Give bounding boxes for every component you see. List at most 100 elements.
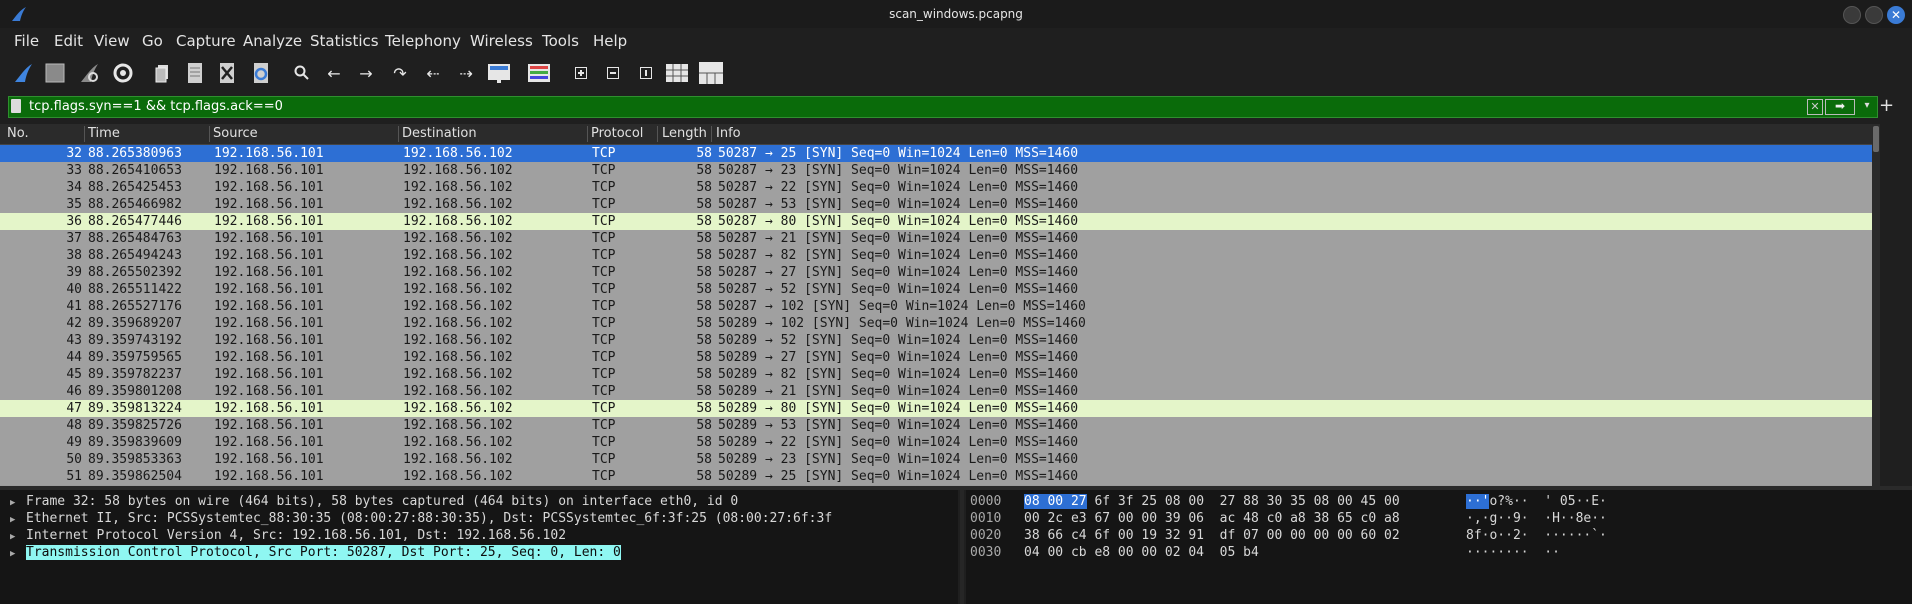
packet-dst-cell: 192.168.56.102	[403, 316, 513, 331]
menu-statistics[interactable]: Statistics	[310, 32, 379, 50]
detail-tree-item[interactable]: ▶ Ethernet II, Src: PCSSystemtec_88:30:35…	[10, 511, 956, 528]
add-filter-button-icon[interactable]: +	[1879, 95, 1894, 116]
packet-list-scrollbar[interactable]	[1872, 124, 1880, 486]
restart-capture-icon[interactable]	[76, 60, 102, 86]
hex-bytes[interactable]: 38 66 c4 6f 00 19 32 91 df 07 00 00 00 0…	[1024, 528, 1400, 545]
close-button[interactable]: ✕	[1887, 6, 1905, 24]
column-preferences-icon[interactable]	[698, 60, 724, 86]
column-header-destination[interactable]: Destination	[402, 126, 477, 141]
bookmark-icon[interactable]	[11, 99, 21, 113]
packet-row[interactable]: 38 88.265494243 192.168.56.101 192.168.56.1…	[0, 247, 1872, 264]
packet-row[interactable]: 51 89.359862504 192.168.56.101 192.168.56.1…	[0, 468, 1872, 485]
vertical-pane-splitter[interactable]	[960, 490, 964, 604]
packet-row[interactable]: 42 89.359689207 192.168.56.101 192.168.56.1…	[0, 315, 1872, 332]
hex-bytes[interactable]: 00 2c e3 67 00 00 39 06 ac 48 c0 a8 38 6…	[1024, 511, 1400, 528]
go-to-packet-icon[interactable]: ↷	[387, 60, 413, 86]
ascii-bytes[interactable]: ··'o?%·· ' 05··E·	[1466, 494, 1607, 511]
packet-dst-cell: 192.168.56.102	[403, 197, 513, 212]
expand-arrow-icon[interactable]: ▶	[10, 515, 26, 525]
colorize-icon[interactable]	[526, 60, 552, 86]
capture-options-icon[interactable]	[110, 60, 136, 86]
open-file-icon[interactable]	[150, 60, 176, 86]
packet-src-cell: 192.168.56.101	[214, 469, 324, 484]
menu-wireless[interactable]: Wireless	[470, 32, 533, 50]
menu-capture[interactable]: Capture	[176, 32, 236, 50]
packet-row[interactable]: 34 88.265425453 192.168.56.101 192.168.56.1…	[0, 179, 1872, 196]
clear-filter-icon[interactable]: ✕	[1807, 99, 1823, 115]
packet-row[interactable]: 46 89.359801208 192.168.56.101 192.168.56.1…	[0, 383, 1872, 400]
normal-size-icon[interactable]	[633, 60, 659, 86]
packet-src-cell: 192.168.56.101	[214, 316, 324, 331]
packet-row[interactable]: 40 88.265511422 192.168.56.101 192.168.56.1…	[0, 281, 1872, 298]
display-filter-input[interactable]: tcp.flags.syn==1 && tcp.flags.ack==0	[29, 99, 283, 114]
expand-arrow-icon[interactable]: ▶	[10, 549, 26, 559]
menu-help[interactable]: Help	[593, 32, 627, 50]
menu-analyze[interactable]: Analyze	[243, 32, 302, 50]
hex-bytes[interactable]: 04 00 cb e8 00 00 02 04 05 b4	[1024, 545, 1259, 562]
menu-telephony[interactable]: Telephony	[385, 32, 461, 50]
packet-row[interactable]: 36 88.265477446 192.168.56.101 192.168.56.1…	[0, 213, 1872, 230]
column-header-info[interactable]: Info	[716, 126, 741, 141]
packet-row[interactable]: 41 88.265527176 192.168.56.101 192.168.56.1…	[0, 298, 1872, 315]
detail-tree-item[interactable]: ▶ Internet Protocol Version 4, Src: 192.1…	[10, 528, 956, 545]
packet-row[interactable]: 50 89.359853363 192.168.56.101 192.168.56.1…	[0, 451, 1872, 468]
column-header-length[interactable]: Length	[662, 126, 707, 141]
save-file-icon[interactable]	[182, 60, 208, 86]
packet-row[interactable]: 48 89.359825726 192.168.56.101 192.168.56.1…	[0, 417, 1872, 434]
packet-src-cell: 192.168.56.101	[214, 163, 324, 178]
menu-edit[interactable]: Edit	[54, 32, 83, 50]
packet-row[interactable]: 43 89.359743192 192.168.56.101 192.168.56.1…	[0, 332, 1872, 349]
start-capture-icon[interactable]	[10, 60, 36, 86]
column-header-no[interactable]: No.	[7, 126, 29, 141]
menu-file[interactable]: File	[14, 32, 39, 50]
packet-proto-cell: TCP	[592, 316, 616, 331]
detail-tree-item[interactable]: ▶ Transmission Control Protocol, Src Port…	[10, 545, 956, 562]
packet-row[interactable]: 35 88.265466982 192.168.56.101 192.168.56.1…	[0, 196, 1872, 213]
resize-columns-icon[interactable]	[664, 60, 690, 86]
column-header-protocol[interactable]: Protocol	[591, 126, 643, 141]
apply-filter-icon[interactable]: ➡	[1825, 99, 1855, 115]
ascii-bytes[interactable]: 8f·o··2· ······`·	[1466, 528, 1607, 545]
packet-row[interactable]: 44 89.359759565 192.168.56.101 192.168.56.1…	[0, 349, 1872, 366]
maximize-button[interactable]	[1865, 6, 1883, 24]
scrollbar-thumb[interactable]	[1873, 126, 1879, 152]
go-last-packet-icon[interactable]: ⇢	[453, 60, 479, 86]
packet-row[interactable]: 37 88.265484763 192.168.56.101 192.168.56.1…	[0, 230, 1872, 247]
hex-bytes[interactable]: 08 00 27 6f 3f 25 08 00 27 88 30 35 08 0…	[1024, 494, 1400, 511]
find-packet-icon[interactable]	[289, 60, 315, 86]
packet-info-cell: 50289 → 102 [SYN] Seq=0 Win=1024 Len=0 M…	[718, 316, 1086, 331]
menu-tools[interactable]: Tools	[542, 32, 579, 50]
packet-len-cell: 58	[696, 384, 712, 399]
detail-tree-item[interactable]: ▶ Frame 32: 58 bytes on wire (464 bits), …	[10, 494, 956, 511]
go-first-packet-icon[interactable]: ⇠	[420, 60, 446, 86]
ascii-bytes[interactable]: ········ ··	[1466, 545, 1560, 562]
packet-row[interactable]: 49 89.359839609 192.168.56.101 192.168.56.1…	[0, 434, 1872, 451]
packet-row[interactable]: 33 88.265410653 192.168.56.101 192.168.56.1…	[0, 162, 1872, 179]
go-forward-icon[interactable]: →	[353, 60, 379, 86]
packet-src-cell: 192.168.56.101	[214, 214, 324, 229]
minimize-button[interactable]	[1843, 6, 1861, 24]
reload-file-icon[interactable]	[248, 60, 274, 86]
packet-row[interactable]: 47 89.359813224 192.168.56.101 192.168.56.1…	[0, 400, 1872, 417]
menu-view[interactable]: View	[94, 32, 130, 50]
autoscroll-icon[interactable]	[486, 60, 512, 86]
filter-history-dropdown-icon[interactable]: ▾	[1861, 99, 1873, 113]
packet-bytes-pane[interactable]: 0000 08 00 27 6f 3f 25 08 00 27 88 30 35 …	[966, 490, 1912, 604]
close-file-icon[interactable]	[214, 60, 240, 86]
zoom-out-icon[interactable]	[600, 60, 626, 86]
menu-go[interactable]: Go	[142, 32, 163, 50]
stop-capture-icon[interactable]	[42, 60, 68, 86]
column-header-source[interactable]: Source	[213, 126, 258, 141]
column-header-time[interactable]: Time	[88, 126, 120, 141]
packet-list[interactable]: No. Time Source Destination Protocol Len…	[0, 124, 1872, 486]
packet-row[interactable]: 45 89.359782237 192.168.56.101 192.168.56.1…	[0, 366, 1872, 383]
packet-details-pane[interactable]: ▶ Frame 32: 58 bytes on wire (464 bits), …	[0, 490, 958, 604]
go-back-icon[interactable]: ←	[321, 60, 347, 86]
ascii-bytes[interactable]: ·,·g··9· ·H··8e··	[1466, 511, 1607, 528]
zoom-in-icon[interactable]	[568, 60, 594, 86]
hex-text: 6f 3f 25 08 00 27 88 30 35 08 00 45 00	[1086, 494, 1400, 509]
packet-row[interactable]: 39 88.265502392 192.168.56.101 192.168.56.1…	[0, 264, 1872, 281]
packet-row[interactable]: 32 88.265380963 192.168.56.101 192.168.56.1…	[0, 145, 1872, 162]
expand-arrow-icon[interactable]: ▶	[10, 498, 26, 508]
expand-arrow-icon[interactable]: ▶	[10, 532, 26, 542]
